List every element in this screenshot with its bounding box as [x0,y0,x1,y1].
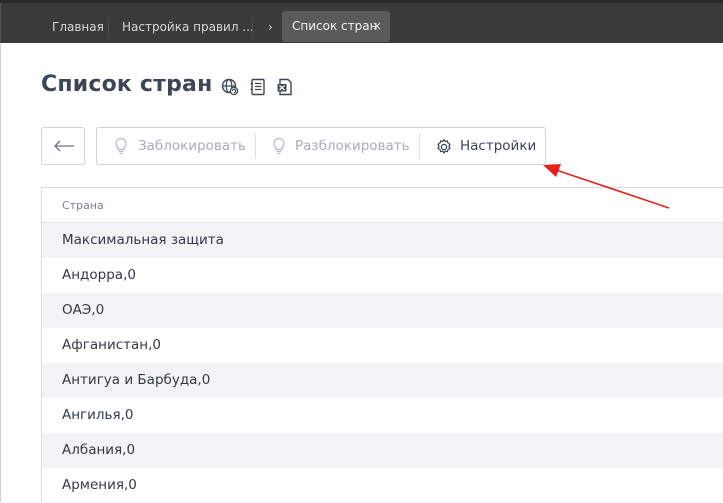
chevron-right-icon: › [268,20,273,34]
lightbulb-icon [272,137,286,155]
document-list-icon[interactable] [249,78,267,96]
table-row[interactable]: Максимальная защита [42,223,723,258]
table-row[interactable]: Антигуа и Барбуда,0 [42,363,723,398]
breadcrumb-separator [108,17,109,39]
breadcrumb-rules-settings[interactable]: Настройка правил ... [122,14,254,41]
unblock-button-label: Разблокировать [295,138,410,154]
back-button[interactable] [41,127,85,165]
table-row[interactable]: Андорра,0 [42,258,723,293]
toolbar-divider [419,133,420,159]
toolbar-divider [255,133,256,159]
action-toolbar: Заблокировать Разблокировать Настройки [96,127,546,165]
close-icon[interactable]: × [372,11,382,42]
tab-country-list-label: Список стран [292,19,378,33]
table-row[interactable]: Афганистан,0 [42,328,723,363]
country-table: Страна Максимальная защита Андорра,0 ОАЭ… [41,187,723,503]
settings-button-label: Настройки [460,138,537,154]
page-title: Список стран [41,72,213,97]
column-header-country[interactable]: Страна [42,188,723,223]
back-arrow-icon [53,140,75,152]
excel-export-icon[interactable] [276,78,294,96]
globe-refresh-icon[interactable] [221,78,239,96]
lightbulb-icon [114,137,128,155]
topbar-edge [0,3,1,46]
gear-icon [435,138,453,156]
block-button-label: Заблокировать [138,138,246,154]
table-row[interactable]: ОАЭ,0 [42,293,723,328]
top-navigation-bar: Главная Настройка правил ... › Список ст… [0,0,723,46]
breadcrumb-separator [252,17,253,39]
tab-country-list[interactable]: Список стран × [282,11,390,42]
table-row[interactable]: Армения,0 [42,468,723,503]
breadcrumb-home[interactable]: Главная [52,14,104,41]
table-row[interactable]: Албания,0 [42,433,723,468]
left-border [0,43,1,502]
table-row[interactable]: Ангилья,0 [42,398,723,433]
